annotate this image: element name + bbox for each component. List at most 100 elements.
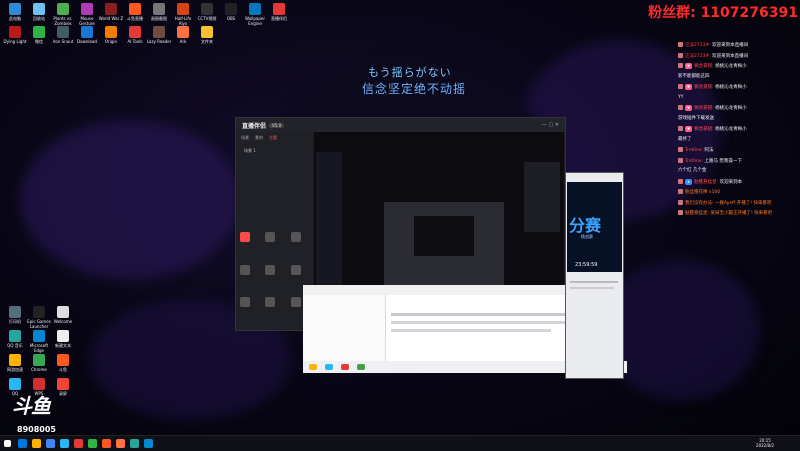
taskbar-app-icon[interactable]: [130, 439, 139, 448]
chat-message: 最终了: [678, 137, 692, 143]
taskbar-app-icon[interactable]: [102, 439, 111, 448]
chat-username[interactable]: Tretline:: [685, 148, 704, 153]
app-icon[interactable]: [325, 364, 333, 370]
feature-icon[interactable]: [240, 264, 250, 275]
desktop-icon[interactable]: 斗鱼: [50, 354, 76, 372]
chat-username[interactable]: 狮虎豪猪:: [694, 106, 715, 111]
desktop-icon[interactable]: 文件夹: [194, 26, 220, 44]
app-icon[interactable]: [309, 364, 317, 370]
taskbar-app-icon[interactable]: [88, 439, 97, 448]
chat-username[interactable]: 汪淡2723#:: [685, 43, 712, 48]
desktop-icon[interactable]: CCTV视频: [194, 3, 220, 21]
desktop-icon[interactable]: Microsoft Edge: [26, 330, 52, 353]
desktop-icon[interactable]: 打印机: [2, 306, 28, 324]
desktop-icon[interactable]: Epic Games Launcher: [26, 306, 52, 329]
app-icon: [273, 3, 285, 15]
windows-start-icon[interactable]: [4, 440, 11, 447]
desktop-icon[interactable]: 新建文本: [50, 330, 76, 348]
desktop-icon[interactable]: Chrome: [26, 354, 52, 372]
taskbar-app-icon[interactable]: [60, 439, 69, 448]
taskbar-app-icon[interactable]: [74, 439, 83, 448]
app-icon[interactable]: [357, 364, 365, 370]
desktop-icon-label: Wallpaper Engine: [244, 16, 265, 26]
desktop-icon[interactable]: Dying Light: [2, 26, 28, 44]
desktop-icon-label: Lazy Reader: [146, 39, 172, 44]
cam-panel[interactable]: 分赛 桃战赛 23:59:59: [565, 172, 624, 379]
desktop-icon[interactable]: 微信: [26, 26, 52, 44]
desktop-icon[interactable]: Origin: [98, 26, 124, 44]
desktop-icon[interactable]: Iron Snout: [50, 26, 76, 44]
desktop-icon-label: Ark: [179, 39, 187, 44]
desktop-icon[interactable]: Mouse Gesture: [74, 3, 100, 26]
feature-icon[interactable]: [265, 297, 276, 308]
feature-icon[interactable]: [290, 264, 301, 275]
desktop-icon[interactable]: World War Z: [98, 3, 124, 21]
feature-icon[interactable]: [290, 297, 301, 308]
app-icon[interactable]: [341, 364, 349, 370]
desktop-icon-label: 斗鱼: [59, 367, 67, 372]
tab-material[interactable]: 素材: [255, 135, 263, 141]
desktop-icon[interactable]: Plants vs. Zombies: [50, 3, 76, 26]
taskbar-app-icon[interactable]: [32, 439, 41, 448]
chat-text: 欢迎来到本直播间: [712, 53, 749, 59]
taskbar-clock[interactable]: 20:15 2022/8/2: [756, 438, 774, 448]
desktop-icon-label: 斗鱼直播: [127, 16, 143, 21]
taskbar-app-icon[interactable]: [144, 439, 153, 448]
desktop-icon[interactable]: AI Tools: [122, 26, 148, 44]
taskbar-app-icon[interactable]: [116, 439, 125, 448]
desktop-icon[interactable]: 网游加速: [2, 354, 28, 372]
chat-message: 游戏插件下载发送: [678, 116, 714, 122]
desktop-icon[interactable]: 回收站: [26, 3, 52, 21]
desktop-icon-label: Welcome: [53, 319, 73, 324]
fan-group-label: 粉丝群: 1107276391: [648, 2, 798, 22]
chat-username[interactable]: 我们没有办法:: [685, 201, 715, 206]
chat-message: 汪淡2723#: 欢迎来到本直播间: [678, 42, 748, 49]
chat-username[interactable]: 骷髅悬挂星:: [685, 211, 710, 216]
wallpaper-cloud: [600, 260, 760, 400]
user-avatar: [678, 210, 683, 215]
chat-username[interactable]: 狮虎豪猪:: [694, 127, 715, 132]
desktop-icon[interactable]: 此电脑: [2, 3, 28, 21]
desktop-icon-label: 新建文本: [55, 343, 71, 348]
feature-icon[interactable]: [240, 232, 250, 242]
window-controls[interactable]: — ▢ ✕: [542, 122, 559, 128]
user-avatar: [678, 199, 683, 205]
chat-username[interactable]: 骷髅悬挂星:: [694, 180, 719, 185]
counter-logo-text: 斗鱼: [12, 394, 51, 418]
preview-side-column: [316, 152, 342, 302]
desktop-icon[interactable]: Lazy Reader: [146, 26, 172, 44]
desktop-icon[interactable]: Wallpaper Engine: [242, 3, 268, 26]
desktop-icon-label: 回收站: [33, 16, 45, 21]
desktop-icon[interactable]: OBS: [218, 3, 244, 21]
feature-icon[interactable]: [290, 232, 301, 242]
chat-username[interactable]: 狮虎豪猪:: [694, 85, 715, 90]
cam-big-text: 分赛: [569, 216, 602, 235]
chat-username[interactable]: Tretline:: [685, 159, 704, 164]
taskbar-app-icon[interactable]: [46, 439, 55, 448]
chat-username[interactable]: 汪淡2723#:: [685, 54, 712, 59]
scene-item[interactable]: 场景 1: [236, 144, 313, 158]
taskbar-app-icon[interactable]: [18, 439, 27, 448]
tab-theme[interactable]: 主题: [269, 135, 277, 141]
chat-username[interactable]: 狮虎豪猪:: [694, 64, 715, 69]
chat-message: 新不能都能这四: [678, 74, 710, 80]
desktop-icon[interactable]: Welcome: [50, 306, 76, 324]
app-icon: [201, 3, 213, 15]
feature-icon[interactable]: [240, 297, 250, 308]
fan-badge: ♥: [685, 105, 693, 111]
desktop-icon-label: Mouse Gesture: [79, 16, 95, 26]
tab-scene[interactable]: 场景: [241, 135, 249, 141]
chat-panel[interactable]: 汪淡2723#: 欢迎来到本直播间 汪淡2723#: 欢迎来到本直播间 ♥ 狮虎豪猪:…: [678, 40, 798, 230]
app-titlebar[interactable]: 直播伴侣 V5.0 — ▢ ✕: [236, 118, 565, 132]
desktop-icon[interactable]: QQ 音乐: [2, 330, 28, 348]
stream-preview[interactable]: [314, 132, 564, 310]
feature-icon[interactable]: [265, 232, 276, 242]
feature-icon[interactable]: [265, 264, 276, 275]
desktop-icon[interactable]: Ark: [170, 26, 196, 44]
desktop-icon[interactable]: 直播伴侣: [266, 3, 292, 21]
desktop-icon[interactable]: 画图截图: [146, 3, 172, 21]
desktop-icon[interactable]: 斗鱼直播: [122, 3, 148, 21]
desktop-icon[interactable]: Half-Life Alyx: [170, 3, 196, 26]
desktop-icon[interactable]: Download: [74, 26, 100, 44]
taskbar: 20:15 2022/8/2: [0, 435, 800, 451]
